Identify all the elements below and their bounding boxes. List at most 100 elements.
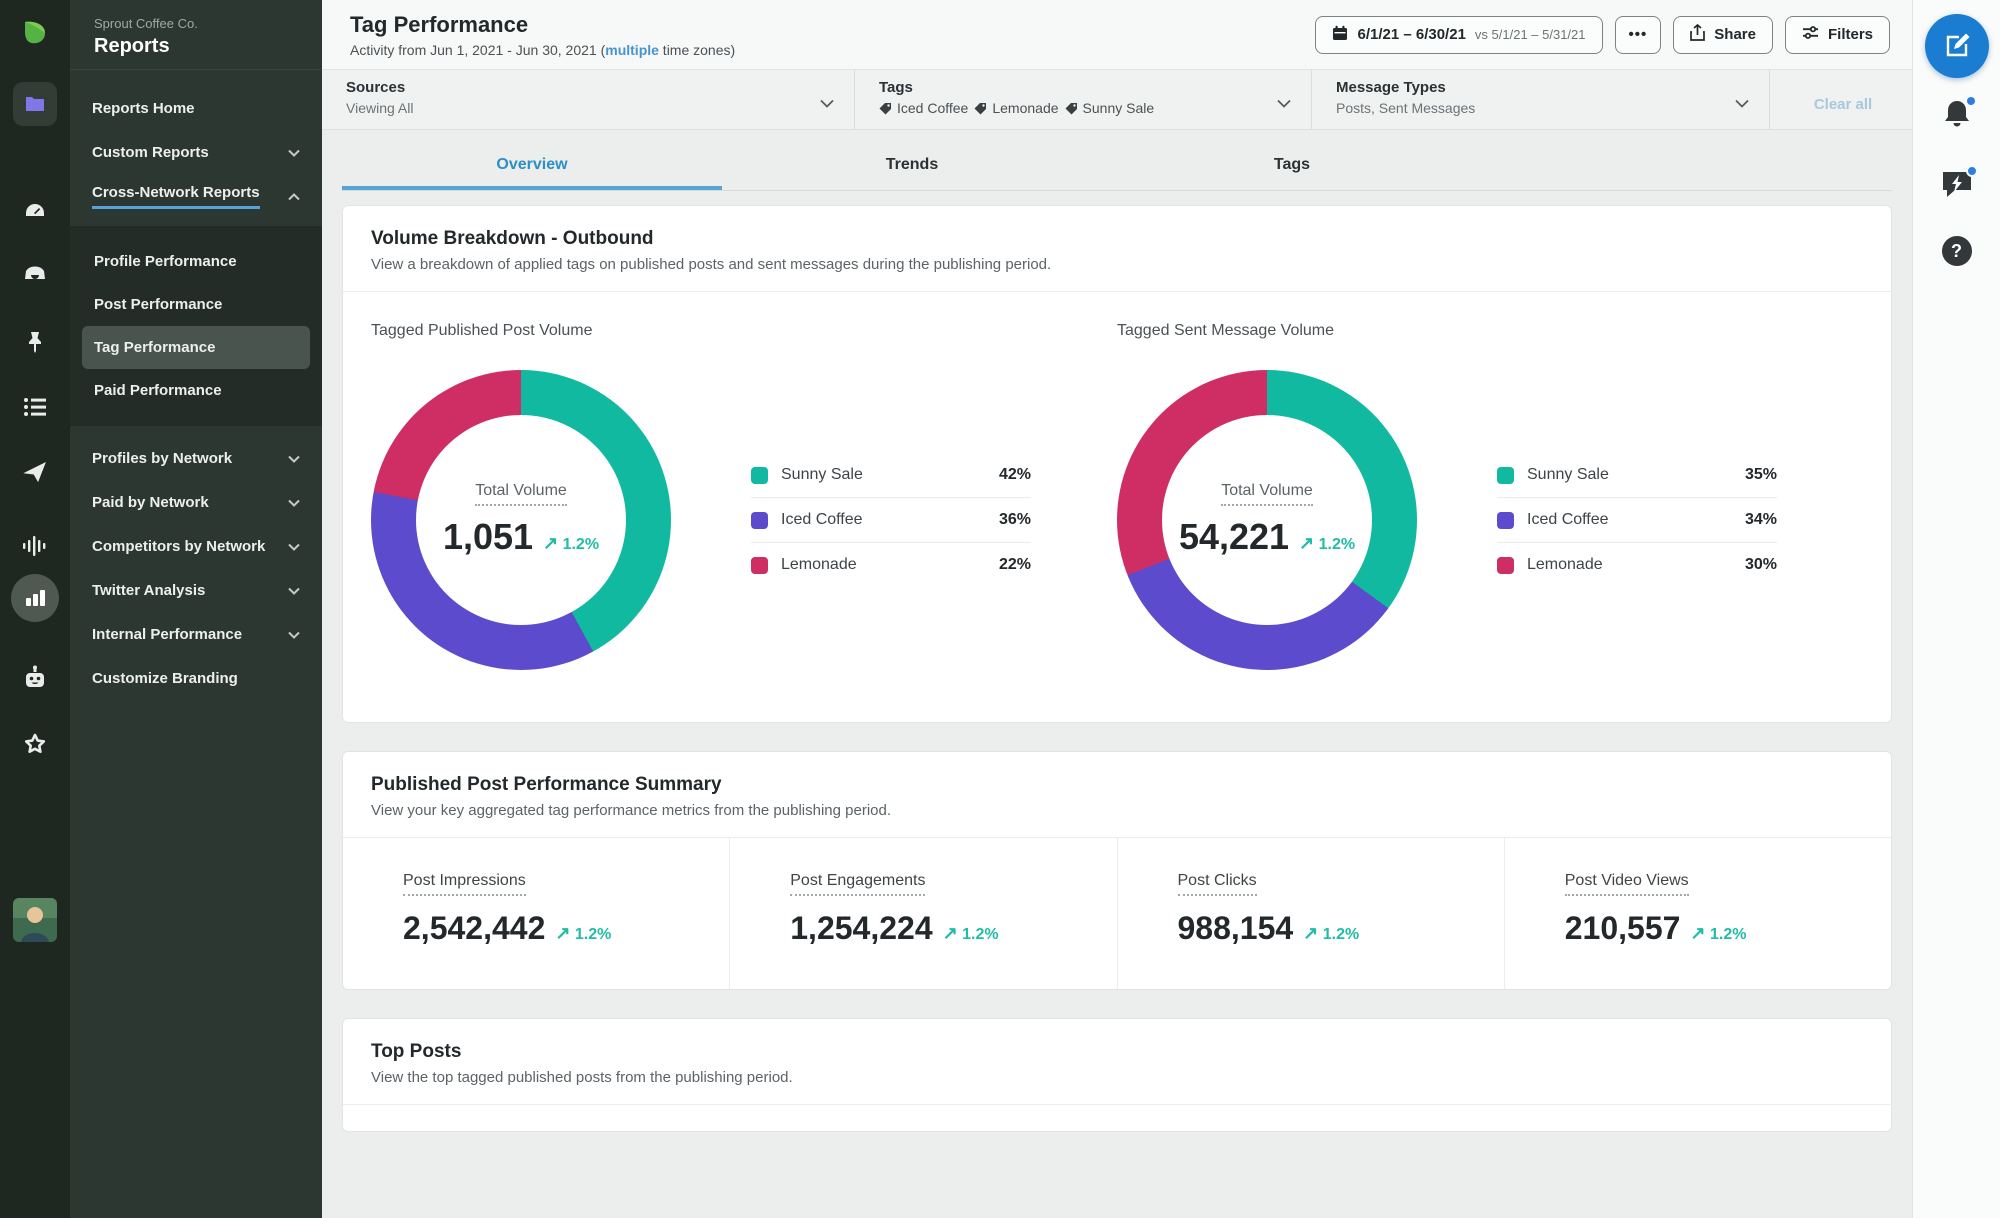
notifications-button[interactable] <box>1941 95 1977 135</box>
tag-icon <box>974 102 987 114</box>
card-title: Volume Breakdown - Outbound <box>371 228 654 249</box>
paper-plane-icon[interactable] <box>13 450 57 494</box>
reports-folder-icon[interactable] <box>13 82 57 126</box>
metric-value: 1,254,224 <box>790 910 933 946</box>
sidebar-item-profiles-by-network[interactable]: Profiles by Network <box>70 436 322 480</box>
page-header: Tag Performance Activity from Jun 1, 202… <box>322 0 1912 70</box>
legend-item[interactable]: Sunny Sale 35% <box>1497 453 1777 498</box>
question-mark-icon: ? <box>1941 236 1972 266</box>
trend-up-icon: ↗ <box>555 923 571 943</box>
compose-button[interactable] <box>1924 14 1989 78</box>
share-button[interactable]: Share <box>1673 15 1773 54</box>
sprout-logo[interactable] <box>13 10 57 54</box>
metric-label[interactable]: Post Video Views <box>1564 872 1689 896</box>
legend-swatch <box>1497 466 1514 484</box>
sidebar-header: Sprout Coffee Co. Reports <box>70 0 322 70</box>
ellipsis-icon: ••• <box>1628 26 1648 43</box>
filters-sliders-icon <box>1802 25 1819 44</box>
sources-filter[interactable]: Sources Viewing All <box>322 70 855 129</box>
metric-value: 2,542,442 <box>403 910 546 946</box>
volume-breakdown-card: Volume Breakdown - Outbound View a break… <box>342 205 1892 723</box>
sidebar-item-internal-performance[interactable]: Internal Performance <box>70 612 322 656</box>
metric-value: 210,557 <box>1564 910 1681 946</box>
date-range-button[interactable]: 6/1/21 – 6/30/21 vs 5/1/21 – 5/31/21 <box>1315 15 1603 54</box>
delta-badge: ↗ 1.2% <box>942 923 999 943</box>
filters-button[interactable]: Filters <box>1784 15 1890 54</box>
legend-item[interactable]: Iced Coffee 36% <box>751 498 1031 543</box>
list-icon[interactable] <box>13 385 57 429</box>
donut-chart-published[interactable]: Total Volume 1,051 ↗ 1.2% <box>371 370 671 670</box>
tab-trends[interactable]: Trends <box>722 142 1102 190</box>
metric-label[interactable]: Post Engagements <box>790 872 926 896</box>
chevron-down-icon <box>288 144 300 161</box>
total-volume-label: Total Volume <box>1221 482 1313 506</box>
trend-up-icon: ↗ <box>1303 923 1319 943</box>
trend-up-icon: ↗ <box>1299 533 1315 553</box>
feedback-button[interactable] <box>1940 165 1978 205</box>
chevron-down-icon <box>288 450 300 467</box>
dashboard-gauge-icon[interactable] <box>13 190 57 234</box>
sidebar-item-reports-home[interactable]: Reports Home <box>70 86 322 130</box>
page-subtitle: Activity from Jun 1, 2021 - Jun 30, 2021… <box>350 41 736 58</box>
star-icon[interactable] <box>13 722 57 766</box>
metric-label[interactable]: Post Clicks <box>1177 872 1257 896</box>
waveform-icon[interactable] <box>13 524 57 568</box>
total-volume-value: 54,221 <box>1178 516 1290 557</box>
top-posts-card: Top Posts View the top tagged published … <box>342 1018 1892 1132</box>
delta-badge: ↗ 1.2% <box>1299 533 1356 553</box>
sidebar-item-tag-performance[interactable]: Tag Performance <box>82 326 310 369</box>
sidebar-item-cross-network-reports[interactable]: Cross-Network Reports <box>70 174 322 218</box>
app-icon-rail <box>0 0 70 1218</box>
help-button[interactable]: ? <box>1941 236 1972 266</box>
delta-badge: ↗ 1.2% <box>1303 923 1360 943</box>
legend-item[interactable]: Lemonade 22% <box>751 543 1031 587</box>
legend-swatch <box>751 556 768 574</box>
multiple-timezones-link[interactable]: multiple <box>605 42 659 58</box>
legend-item[interactable]: Lemonade 30% <box>1497 543 1777 587</box>
bot-icon[interactable] <box>13 656 57 700</box>
chevron-down-icon <box>1277 95 1291 113</box>
card-subtitle: View the top tagged published posts from… <box>371 1069 793 1086</box>
message-types-filter[interactable]: Message Types Posts, Sent Messages <box>1312 70 1770 129</box>
card-subtitle: View a breakdown of applied tags on publ… <box>371 256 1052 273</box>
chevron-down-icon <box>288 626 300 643</box>
sidebar-item-profile-performance[interactable]: Profile Performance <box>82 240 310 283</box>
tag-chip: Lemonade <box>974 100 1059 116</box>
total-volume-value: 1,051 <box>442 516 534 557</box>
metric-label[interactable]: Post Impressions <box>403 872 526 896</box>
compose-pencil-icon <box>1946 33 1969 57</box>
sidebar-item-paid-by-network[interactable]: Paid by Network <box>70 480 322 524</box>
inbox-icon[interactable] <box>13 255 57 299</box>
post-performance-summary-card: Published Post Performance Summary View … <box>342 751 1892 990</box>
feedback-badge <box>1965 165 1978 177</box>
legend-swatch <box>1497 511 1514 529</box>
avatar[interactable] <box>13 898 57 942</box>
tab-overview[interactable]: Overview <box>342 142 722 190</box>
legend-swatch <box>1497 556 1514 574</box>
sidebar-item-paid-performance[interactable]: Paid Performance <box>82 369 310 412</box>
message-types-value: Posts, Sent Messages <box>1336 100 1476 116</box>
reports-chart-icon[interactable] <box>11 574 59 622</box>
sent-message-volume-chart: Tagged Sent Message Volume Total Volume … <box>1117 322 1863 670</box>
clear-all-button[interactable]: Clear all <box>1770 70 1912 129</box>
tags-filter[interactable]: Tags Iced Coffee Lemonade Sunny Sale <box>855 70 1312 129</box>
sidebar-item-twitter-analysis[interactable]: Twitter Analysis <box>70 568 322 612</box>
metric-post-impressions: Post Impressions 2,542,442 ↗ 1.2% <box>343 838 729 989</box>
tab-tags[interactable]: Tags <box>1102 142 1482 190</box>
metric-post-engagements: Post Engagements 1,254,224 ↗ 1.2% <box>729 838 1116 989</box>
chevron-down-icon <box>288 582 300 599</box>
donut-chart-sent[interactable]: Total Volume 54,221 ↗ 1.2% <box>1117 370 1417 670</box>
cross-network-submenu: Profile Performance Post Performance Tag… <box>70 226 322 426</box>
sidebar-item-competitors-by-network[interactable]: Competitors by Network <box>70 524 322 568</box>
sidebar-item-customize-branding[interactable]: Customize Branding <box>70 656 322 700</box>
chart-legend: Sunny Sale 42% Iced Coffee 36% Lemonade 22% <box>751 453 1031 587</box>
legend-item[interactable]: Iced Coffee 34% <box>1497 498 1777 543</box>
sidebar-item-custom-reports[interactable]: Custom Reports <box>70 130 322 174</box>
delta-badge: ↗ 1.2% <box>555 923 612 943</box>
sidebar-item-post-performance[interactable]: Post Performance <box>82 283 310 326</box>
tag-chip: Iced Coffee <box>879 100 968 116</box>
legend-item[interactable]: Sunny Sale 42% <box>751 453 1031 498</box>
pin-icon[interactable] <box>13 320 57 364</box>
delta-badge: ↗ 1.2% <box>1690 923 1747 943</box>
more-options-button[interactable]: ••• <box>1614 15 1662 54</box>
